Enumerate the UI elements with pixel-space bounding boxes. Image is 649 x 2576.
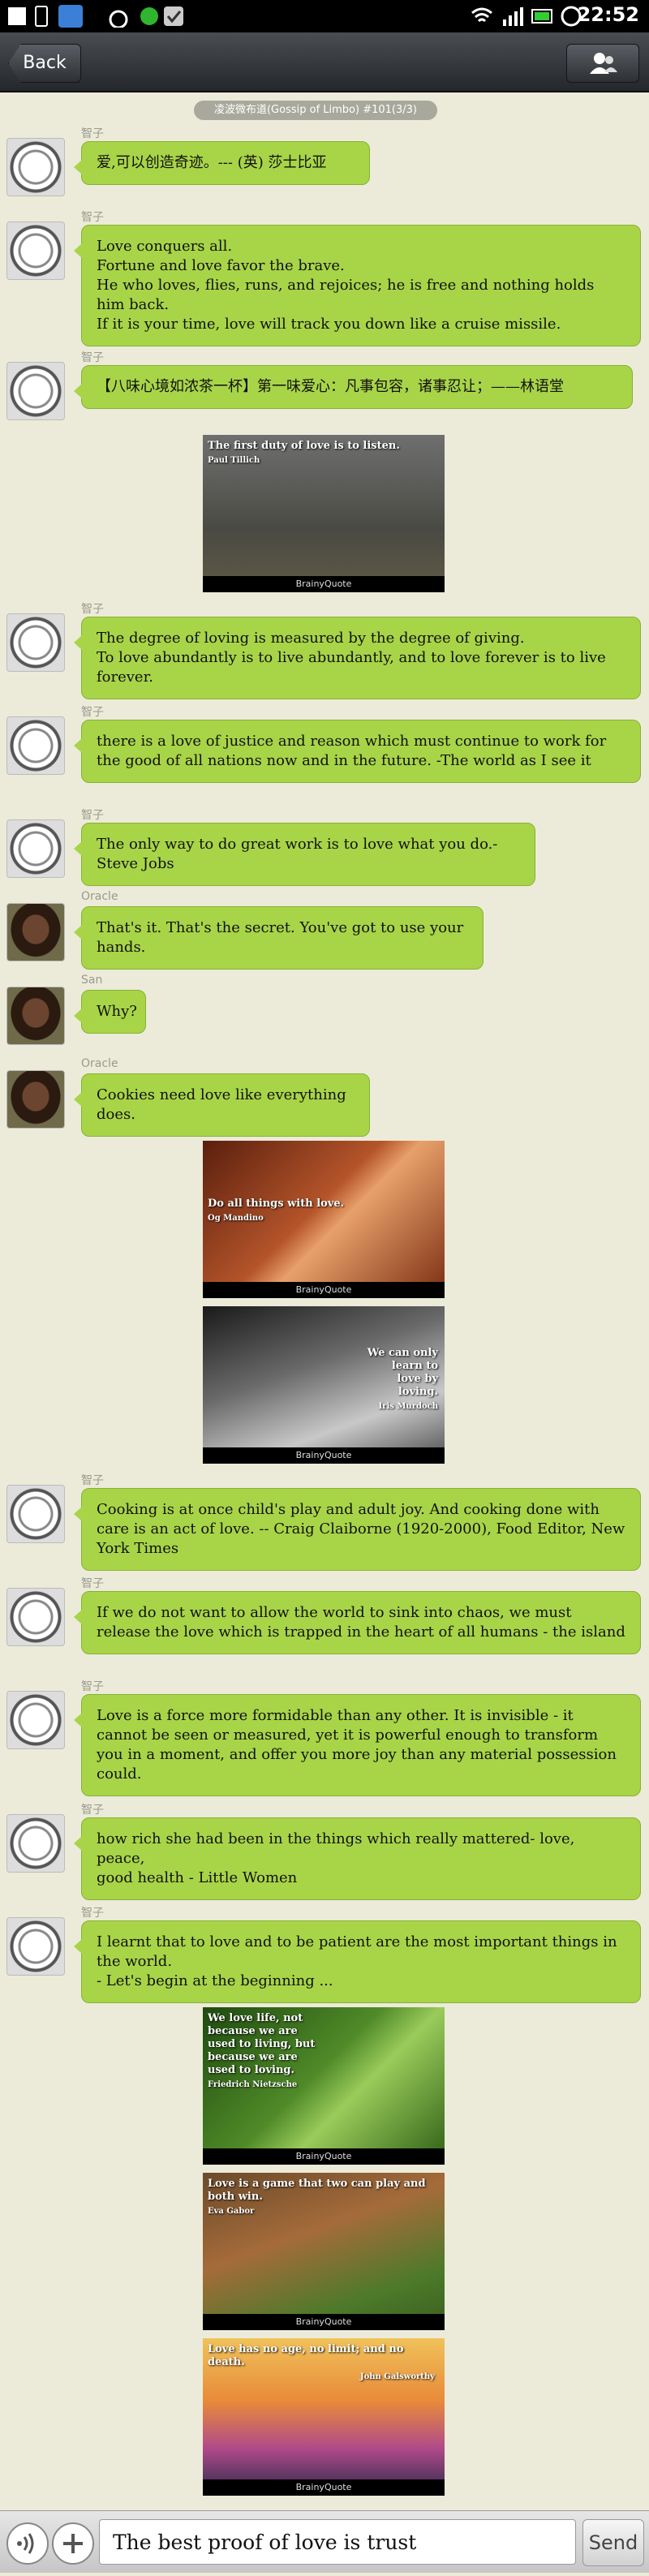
sim-icon — [8, 7, 26, 25]
message-bubble[interactable]: If we do not want to allow the world to … — [74, 1591, 641, 1654]
image-footer: BrainyQuote — [203, 1282, 445, 1298]
contacts-button[interactable] — [566, 44, 639, 83]
avatar[interactable] — [6, 1070, 65, 1129]
sender-name: 智子 — [81, 211, 104, 224]
message-bubble[interactable]: The only way to do great work is to love… — [74, 823, 535, 886]
status-bar: 22:52 — [0, 0, 649, 32]
voice-button[interactable] — [6, 2522, 49, 2565]
message-bubble[interactable]: Cookies need love like everything does. — [74, 1073, 370, 1137]
quote-image[interactable]: Love is a game that two can play and bot… — [203, 2173, 445, 2330]
sender-name: 智子 — [81, 1680, 104, 1693]
sender-name: 智子 — [81, 1474, 104, 1487]
phone-icon — [35, 6, 48, 27]
image-quote: Love has no age, no limit; and no death.… — [208, 2343, 435, 2381]
message-input[interactable]: The best proof of love is trust — [99, 2519, 576, 2565]
message-bubble[interactable]: I learnt that to love and to be patient … — [74, 1920, 641, 2003]
cell-signal-icon — [503, 7, 523, 26]
avatar[interactable] — [6, 362, 65, 420]
avatar[interactable] — [6, 987, 65, 1045]
image-quote: Love is a game that two can play and bot… — [208, 2178, 426, 2216]
quote-image[interactable]: We love life, not because we are used to… — [203, 2007, 445, 2165]
sender-name: 智子 — [81, 1577, 104, 1590]
sender-name: 智子 — [81, 351, 104, 364]
title-bar: Back — [0, 32, 649, 92]
input-bar: The best proof of love is trust Send — [0, 2510, 649, 2573]
plus-button[interactable] — [52, 2522, 94, 2565]
wifi-icon — [471, 7, 492, 23]
sender-name: Oracle — [81, 890, 118, 903]
send-button[interactable]: Send — [582, 2519, 644, 2566]
sender-name: 智子 — [81, 1804, 104, 1817]
avatar[interactable] — [6, 1485, 65, 1543]
message-bubble[interactable]: 爱,可以创造奇迹。--- (英) 莎士比亚 — [74, 141, 370, 185]
plus-icon — [63, 2534, 83, 2553]
message-bubble[interactable]: Why? — [74, 990, 146, 1034]
avatar[interactable] — [6, 819, 65, 878]
signal-arc-icon — [109, 10, 128, 28]
quote-image[interactable]: Do all things with love. Og Mandino Brain… — [203, 1141, 445, 1298]
image-quote: The first duty of love is to listen. Paul… — [208, 440, 400, 465]
sender-name: 智子 — [81, 603, 104, 616]
status-left-icons — [8, 5, 158, 28]
message-bubble[interactable]: 【八味心境如浓茶一杯】第一味爱心：凡事包容，诸事忍让；——林语堂 — [74, 365, 633, 409]
group-title: 凌波微布道(Gossip of Limbo) #101(3/3) — [194, 101, 437, 120]
image-footer: BrainyQuote — [203, 2148, 445, 2165]
message-bubble[interactable]: The degree of loving is measured by the … — [74, 617, 641, 699]
avatar[interactable] — [6, 716, 65, 775]
image-footer: BrainyQuote — [203, 2479, 445, 2496]
image-quote: We can only learn to love by loving. Iris… — [367, 1347, 438, 1411]
message-bubble[interactable]: there is a love of justice and reason wh… — [74, 720, 641, 783]
message-bubble[interactable]: Cooking is at once child's play and adul… — [74, 1488, 641, 1571]
status-right-icons — [471, 6, 582, 27]
avatar[interactable] — [6, 1917, 65, 1976]
message-bubble[interactable]: Love is a force more formidable than any… — [74, 1694, 641, 1796]
quote-image[interactable]: Love has no age, no limit; and no death.… — [203, 2338, 445, 2496]
quote-image[interactable]: The first duty of love is to listen. Paul… — [203, 435, 445, 592]
message-bubble[interactable]: Love conquers all. Fortune and love favo… — [74, 225, 641, 346]
check-icon — [164, 6, 183, 26]
avatar[interactable] — [6, 903, 65, 961]
back-button[interactable]: Back — [8, 44, 81, 83]
message-bubble[interactable]: That's it. That's the secret. You've got… — [74, 906, 484, 970]
avatar[interactable] — [6, 613, 65, 672]
avatar[interactable] — [6, 221, 65, 280]
qq-icon — [58, 5, 83, 28]
voice-icon — [17, 2533, 34, 2554]
battery-icon — [531, 9, 552, 24]
sender-name: 智子 — [81, 127, 104, 140]
status-time: 22:52 — [577, 3, 639, 26]
avatar[interactable] — [6, 138, 65, 196]
quote-image[interactable]: We can only learn to love by loving. Iris… — [203, 1306, 445, 1464]
avatar[interactable] — [6, 1814, 65, 1873]
image-footer: BrainyQuote — [203, 576, 445, 592]
image-footer: BrainyQuote — [203, 1447, 445, 1464]
avatar[interactable] — [6, 1691, 65, 1749]
message-bubble[interactable]: how rich she had been in the things whic… — [74, 1817, 641, 1900]
sender-name: 智子 — [81, 809, 104, 822]
sender-name: 智子 — [81, 706, 104, 719]
sender-name: Oracle — [81, 1057, 118, 1070]
image-quote: We love life, not because we are used to… — [208, 2012, 316, 2089]
avatar[interactable] — [6, 1588, 65, 1646]
sync-icon — [140, 7, 158, 25]
image-quote: Do all things with love. Og Mandino — [208, 1198, 345, 1223]
sender-name: 智子 — [81, 1907, 104, 1920]
contacts-icon — [590, 53, 617, 74]
sender-name: San — [81, 974, 103, 987]
image-footer: BrainyQuote — [203, 2314, 445, 2330]
